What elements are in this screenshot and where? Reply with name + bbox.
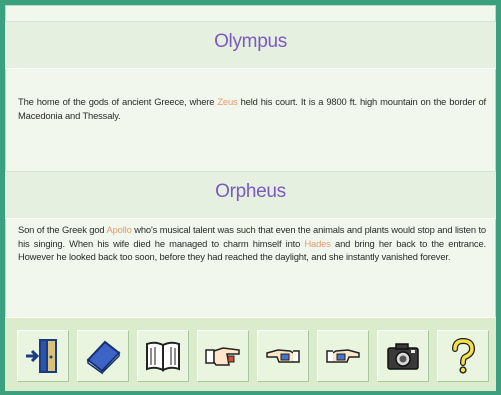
help-question-icon — [452, 337, 476, 374]
hand-pointing-left-icon — [266, 349, 300, 363]
entry-title: Olympus — [214, 31, 287, 52]
exit-door-icon — [26, 339, 57, 373]
zeus-link[interactable]: Zeus — [217, 96, 237, 107]
exit-button[interactable] — [17, 330, 69, 382]
entry-text: The home of the gods of ancient Greece, … — [18, 96, 218, 107]
forward-button[interactable] — [317, 330, 369, 382]
open-book-icon — [146, 341, 180, 372]
index-button[interactable] — [77, 330, 129, 382]
next-button[interactable] — [197, 330, 249, 382]
closed-book-icon — [86, 340, 121, 375]
entry-text: Son of the Greek god — [18, 224, 107, 235]
camera-button[interactable] — [377, 330, 429, 382]
back-button[interactable] — [257, 330, 309, 382]
contents-button[interactable] — [137, 330, 189, 382]
hand-pointing-right-icon — [205, 347, 240, 366]
entry-text-olympus: The home of the gods of ancient Greece, … — [18, 95, 486, 122]
camera-icon — [387, 343, 419, 370]
help-button[interactable] — [437, 330, 489, 382]
apollo-link[interactable]: Apollo — [107, 224, 132, 235]
hand-pointing-forward-icon — [326, 349, 360, 363]
entry-title: Orpheus — [215, 181, 286, 202]
entry-header-olympus: Olympus — [5, 21, 496, 69]
encyclopedia-window: Olympus The home of the gods of ancient … — [5, 5, 496, 391]
hades-link[interactable]: Hades — [304, 238, 331, 249]
toolbar — [5, 317, 496, 391]
entry-header-orpheus: Orpheus — [5, 171, 496, 219]
entry-text-orpheus: Son of the Greek god Apollo who's musica… — [18, 223, 486, 264]
